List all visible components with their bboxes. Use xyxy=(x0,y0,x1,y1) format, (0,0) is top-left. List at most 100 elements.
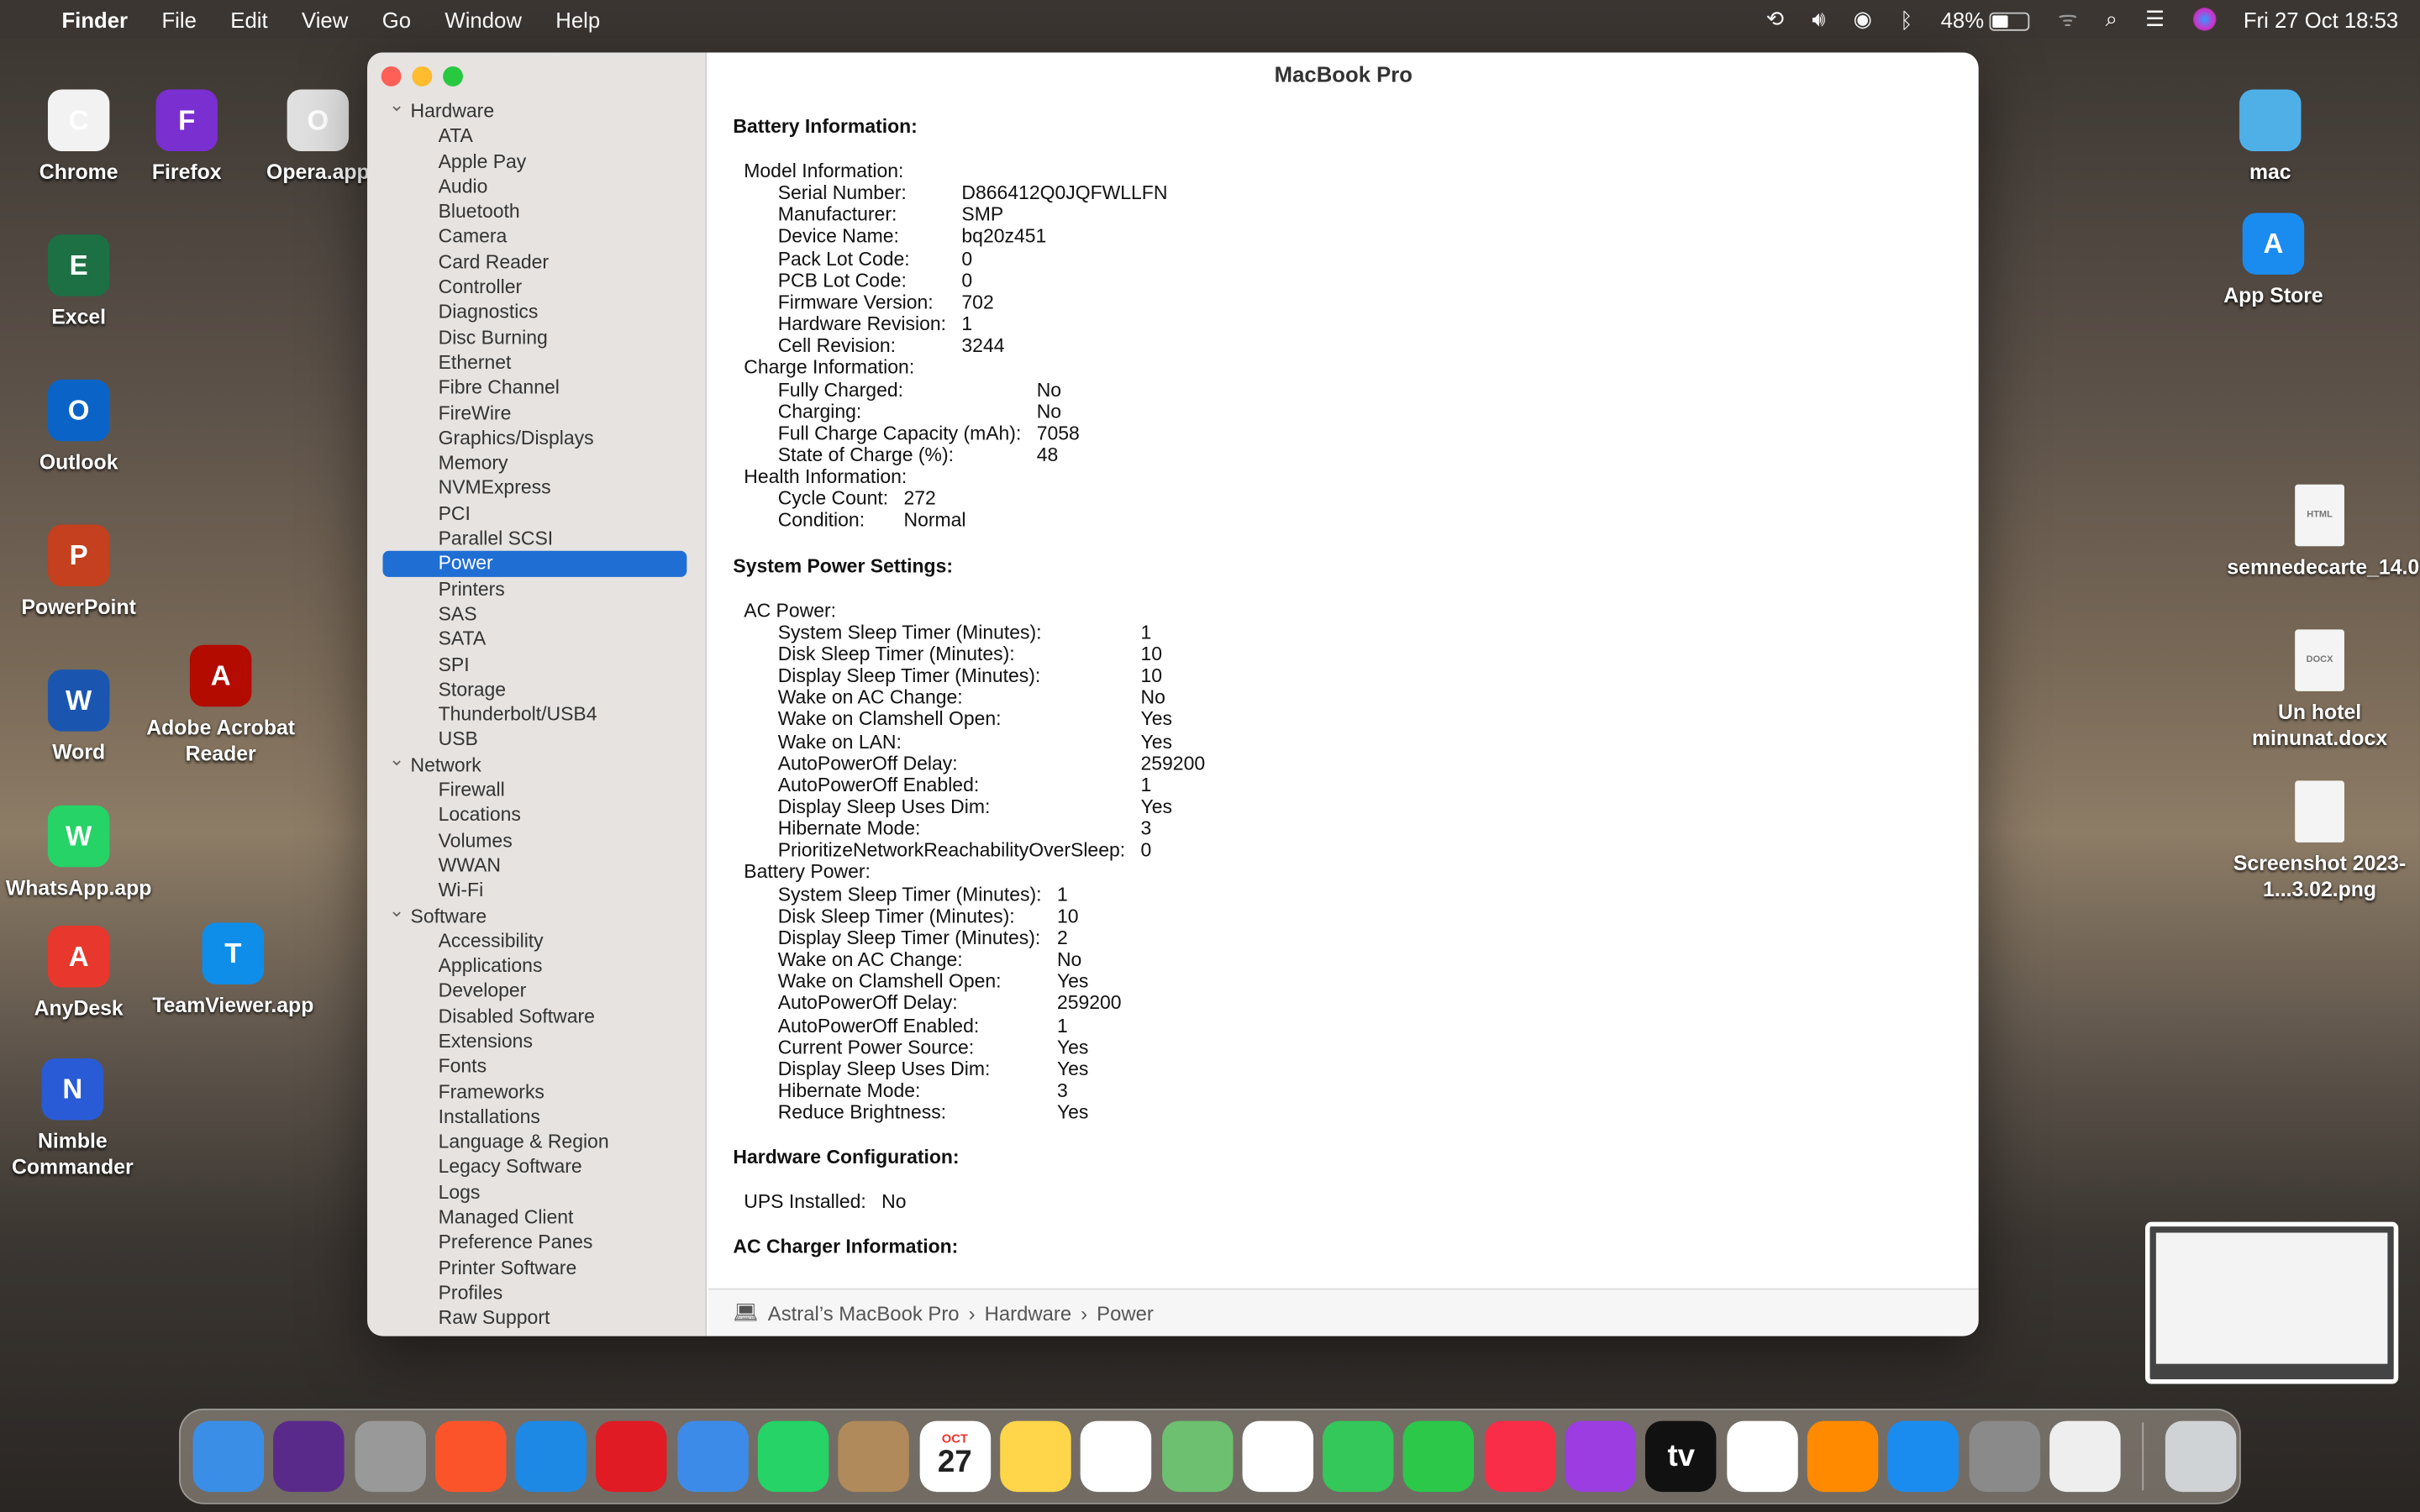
sidebar-item-fonts[interactable]: Fonts xyxy=(383,1054,687,1079)
dock-reminders-icon[interactable] xyxy=(1081,1420,1152,1493)
dock-maps-icon[interactable] xyxy=(1161,1420,1233,1493)
dock-calendar-icon[interactable]: OCT 27 xyxy=(919,1420,991,1493)
dock-music-icon[interactable] xyxy=(1484,1420,1555,1493)
dock-launchpad-icon[interactable] xyxy=(354,1420,426,1493)
time-machine-icon[interactable]: ⟲ xyxy=(1766,6,1785,32)
clock[interactable]: Fri 27 Oct 18:53 xyxy=(2244,7,2398,31)
sidebar-item-locations[interactable]: Locations xyxy=(383,803,687,828)
sidebar-item-parallel-scsi[interactable]: Parallel SCSI xyxy=(383,526,687,551)
sidebar-item-memory[interactable]: Memory xyxy=(383,451,687,476)
sidebar-item-diagnostics[interactable]: Diagnostics xyxy=(383,300,687,325)
search-icon[interactable]: ⌕ xyxy=(2106,6,2118,32)
sidebar-item-controller[interactable]: Controller xyxy=(383,275,687,300)
sidebar-item-legacy-software[interactable]: Legacy Software xyxy=(383,1155,687,1180)
sidebar-item-fibre-channel[interactable]: Fibre Channel xyxy=(383,375,687,401)
control-center-icon[interactable]: ☰ xyxy=(2145,6,2165,32)
desktop-file[interactable]: Screenshot 2023-1...3.02.png xyxy=(2227,780,2412,902)
dock-app-store-icon[interactable] xyxy=(1887,1420,1960,1493)
sidebar-item-applications[interactable]: Applications xyxy=(383,953,687,979)
siri-icon[interactable] xyxy=(2192,8,2216,31)
zoom-button[interactable] xyxy=(443,66,464,87)
sidebar-item-firewall[interactable]: Firewall xyxy=(383,778,687,803)
desktop-file[interactable]: mac xyxy=(2186,89,2355,186)
menu-app-name[interactable]: Finder xyxy=(61,7,128,31)
dock-whatsapp-icon[interactable] xyxy=(757,1420,829,1493)
sidebar-item-apple-pay[interactable]: Apple Pay xyxy=(383,149,687,174)
path-item-power[interactable]: Power xyxy=(1097,1301,1154,1325)
sidebar-item-printer-software[interactable]: Printer Software xyxy=(383,1255,687,1280)
sidebar-item-ethernet[interactable]: Ethernet xyxy=(383,350,687,375)
sidebar-item-installations[interactable]: Installations xyxy=(383,1105,687,1130)
sidebar-item-wi-fi[interactable]: Wi-Fi xyxy=(383,878,687,903)
dock-trash-icon[interactable] xyxy=(2165,1420,2238,1493)
sidebar-item-extensions[interactable]: Extensions xyxy=(383,1029,687,1054)
volume-icon[interactable]: 🔊︎ xyxy=(1812,6,1825,32)
desktop-file[interactable]: HTML semnedecarte_14.07.2023.html xyxy=(2227,484,2420,580)
desktop-file[interactable]: A App Store xyxy=(2188,213,2358,308)
dock-books-icon[interactable] xyxy=(1807,1420,1879,1493)
sidebar-item-graphics-displays[interactable]: Graphics/Displays xyxy=(383,426,687,451)
menu-edit[interactable]: Edit xyxy=(230,7,267,31)
sidebar-item-logs[interactable]: Logs xyxy=(383,1180,687,1205)
sidebar-item-preference-panes[interactable]: Preference Panes xyxy=(383,1231,687,1256)
dock-brave-icon[interactable] xyxy=(434,1420,507,1493)
sidebar-item-sata[interactable]: SATA xyxy=(383,627,687,652)
sidebar-item-firewire[interactable]: FireWire xyxy=(383,401,687,426)
screenshot-thumbnail[interactable] xyxy=(2145,1221,2399,1384)
sidebar-item-disc-burning[interactable]: Disc Burning xyxy=(383,325,687,350)
dock-siri-icon[interactable] xyxy=(273,1420,345,1493)
dock-messages-icon[interactable] xyxy=(1323,1420,1394,1493)
desktop-icon-teamviewer-app[interactable]: T TeamViewer.app xyxy=(148,922,318,1018)
sidebar-item-sas[interactable]: SAS xyxy=(383,601,687,627)
dock-facetime-icon[interactable] xyxy=(1403,1420,1475,1493)
sidebar-item-volumes[interactable]: Volumes xyxy=(383,828,687,853)
menu-help[interactable]: Help xyxy=(555,7,600,31)
desktop-icon-excel[interactable]: E Excel xyxy=(0,234,164,330)
path-item-hardware[interactable]: Hardware xyxy=(985,1301,1072,1325)
dock-notes-icon[interactable] xyxy=(1000,1420,1071,1493)
desktop-icon-powerpoint[interactable]: P PowerPoint xyxy=(0,524,164,620)
desktop-file[interactable]: DOCX Un hotel minunat.docx xyxy=(2227,629,2412,751)
sidebar-item-bluetooth[interactable]: Bluetooth xyxy=(383,199,687,224)
sidebar-item-usb[interactable]: USB xyxy=(383,727,687,753)
desktop-icon-adobe-acrobat-reader[interactable]: A Adobe Acrobat Reader xyxy=(136,644,306,767)
dock-news-icon[interactable] xyxy=(1726,1420,1798,1493)
minimize-button[interactable] xyxy=(412,66,433,87)
dock-mail-icon[interactable] xyxy=(676,1420,749,1493)
path-item-computer[interactable]: Astral’s MacBook Pro xyxy=(768,1301,960,1325)
sidebar-item-managed-client[interactable]: Managed Client xyxy=(383,1205,687,1231)
desktop-icon-anydesk[interactable]: A AnyDesk xyxy=(0,926,164,1021)
sidebar-item-ata[interactable]: ATA xyxy=(383,123,687,149)
sidebar-item-camera[interactable]: Camera xyxy=(383,224,687,249)
sidebar-item-spi[interactable]: SPI xyxy=(383,652,687,677)
dock-finder-icon[interactable] xyxy=(192,1420,265,1493)
dock-safari-icon[interactable] xyxy=(515,1420,587,1493)
sidebar-item-power[interactable]: Power xyxy=(382,551,687,577)
menu-go[interactable]: Go xyxy=(382,7,411,31)
menu-window[interactable]: Window xyxy=(445,7,521,31)
sidebar-item-frameworks[interactable]: Frameworks xyxy=(383,1079,687,1105)
menu-file[interactable]: File xyxy=(161,7,196,31)
sidebar-item-profiles[interactable]: Profiles xyxy=(383,1280,687,1305)
close-button[interactable] xyxy=(381,66,402,87)
dock-system-preferences-icon[interactable] xyxy=(1968,1420,2040,1493)
sidebar-category-network[interactable]: Network xyxy=(383,746,687,778)
sidebar-item-wwan[interactable]: WWAN xyxy=(383,853,687,879)
battery-status[interactable]: 48% xyxy=(1941,7,2031,32)
sidebar-item-pci[interactable]: PCI xyxy=(383,501,687,526)
sidebar-item-card-reader[interactable]: Card Reader xyxy=(383,249,687,275)
sidebar-category-hardware[interactable]: Hardware xyxy=(383,92,687,124)
desktop-icon-whatsapp-app[interactable]: W WhatsApp.app xyxy=(0,805,164,901)
dock-contacts-icon[interactable] xyxy=(839,1420,910,1493)
dock-photos-icon[interactable] xyxy=(1242,1420,1313,1493)
dock-utility-icon[interactable] xyxy=(2049,1420,2121,1493)
menu-view[interactable]: View xyxy=(302,7,348,31)
user-icon[interactable]: ◉ xyxy=(1854,6,1872,32)
sidebar-item-audio[interactable]: Audio xyxy=(383,174,687,199)
desktop-icon-outlook[interactable]: O Outlook xyxy=(0,379,164,475)
sidebar-item-accessibility[interactable]: Accessibility xyxy=(383,928,687,953)
sidebar-item-developer[interactable]: Developer xyxy=(383,979,687,1004)
sidebar-item-language-region[interactable]: Language & Region xyxy=(383,1130,687,1155)
sidebar-item-disabled-software[interactable]: Disabled Software xyxy=(383,1004,687,1029)
dock-tv-icon[interactable]: tv xyxy=(1645,1420,1718,1493)
